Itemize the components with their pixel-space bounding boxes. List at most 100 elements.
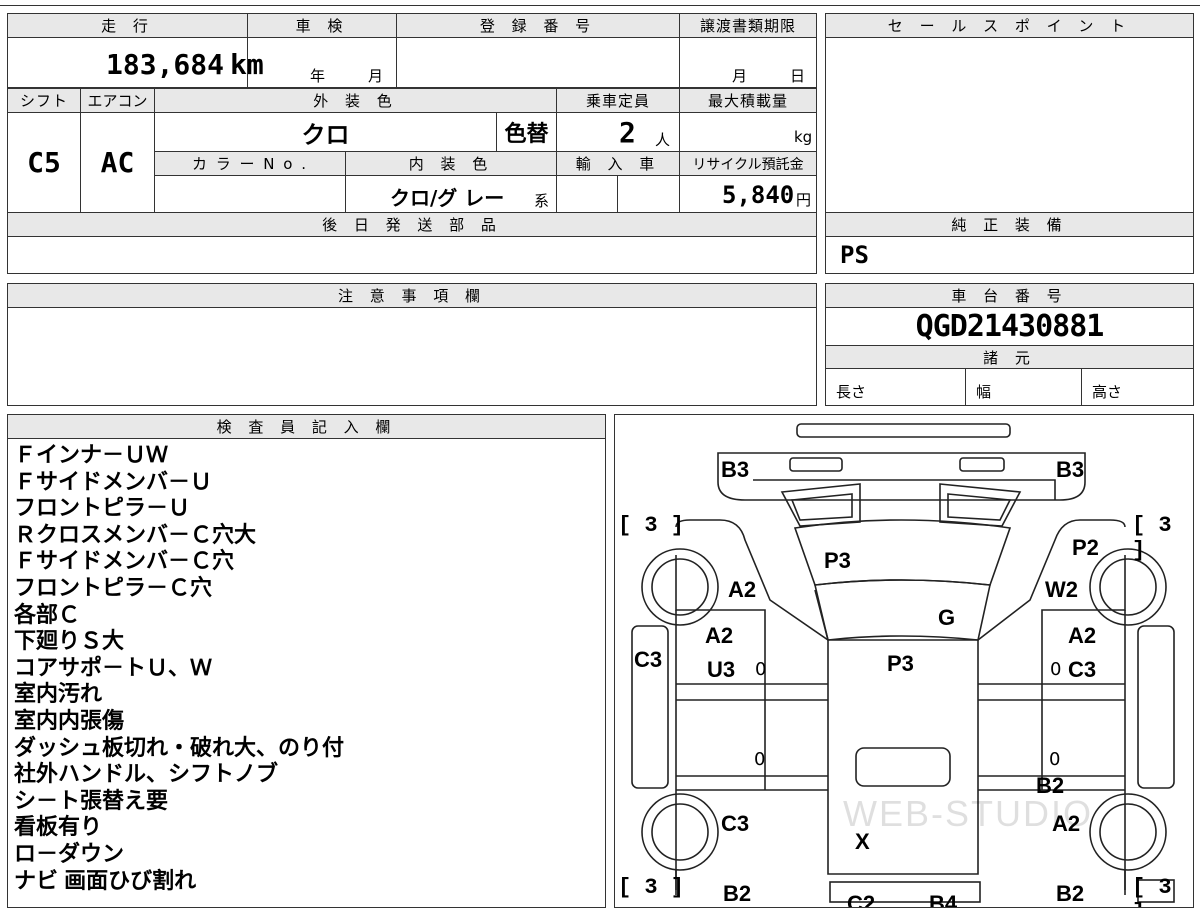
damage-code: U3 bbox=[707, 657, 736, 682]
exterior-color-value: クロ bbox=[301, 120, 350, 149]
car-diagram-panel: WEB-STUDIO [ 3 ] [ 3 ] [ 3 ] [ 3 ] B3 B3… bbox=[614, 414, 1194, 908]
bracket-mark-rl: [ 3 ] bbox=[618, 875, 685, 900]
top-strip bbox=[0, 0, 1200, 6]
zero-mark: 0 bbox=[755, 659, 767, 680]
shaken-year-label: 年 bbox=[310, 67, 326, 85]
inspector-line: ロ－ダウン bbox=[14, 840, 125, 866]
specs-width-label: 幅 bbox=[976, 383, 992, 401]
registration-header: 登 録 番 号 bbox=[396, 13, 680, 38]
damage-code: B2 bbox=[1056, 881, 1085, 906]
interior-color-value: クロ/グ レー bbox=[390, 186, 505, 210]
import-cell-1 bbox=[556, 175, 618, 213]
inspector-lines: Ｆインナ－ＵＷ Ｆサイドメンバ－Ｕ フロントピラ－Ｕ Ｒクロスメンバ－Ｃ穴大 Ｆ… bbox=[14, 442, 344, 894]
damage-code: A2 bbox=[1052, 811, 1081, 836]
capacity-cell: 2 人 bbox=[556, 112, 680, 152]
exterior-color-header: 外 装 色 bbox=[154, 88, 557, 113]
shift-value: C5 bbox=[27, 146, 61, 179]
inspector-line: 室内内張傷 bbox=[14, 707, 125, 733]
capacity-header: 乗車定員 bbox=[556, 88, 680, 113]
aircon-header: エアコン bbox=[80, 88, 155, 113]
inspector-line: 社外ハンドル、シフトノブ bbox=[14, 761, 279, 787]
later-parts-cell bbox=[7, 236, 817, 274]
inspector-cell: Ｆインナ－ＵＷ Ｆサイドメンバ－Ｕ フロントピラ－Ｕ Ｒクロスメンバ－Ｃ穴大 Ｆ… bbox=[7, 438, 606, 908]
max-load-header: 最大積載量 bbox=[679, 88, 817, 113]
damage-code: B3 bbox=[721, 457, 750, 482]
genuine-equipment-cell: PS bbox=[825, 236, 1194, 274]
damage-code: G bbox=[938, 605, 956, 630]
bracket-mark-fl: [ 3 ] bbox=[618, 513, 685, 538]
specs-length-cell: 長さ bbox=[825, 368, 966, 406]
max-load-cell: kg bbox=[679, 112, 817, 152]
inspector-line: Ｆインナ－ＵＷ bbox=[14, 442, 169, 467]
mileage-cell: 183,684 km bbox=[7, 37, 264, 88]
interior-color-cell: クロ/グ レー 系 bbox=[345, 175, 557, 213]
specs-width-cell: 幅 bbox=[965, 368, 1082, 406]
shift-cell: C5 bbox=[7, 112, 81, 213]
specs-header: 諸 元 bbox=[825, 345, 1194, 369]
transfer-day-label: 日 bbox=[790, 67, 806, 85]
inspector-line: 下廻りＳ大 bbox=[14, 628, 125, 654]
damage-code: C3 bbox=[1068, 657, 1097, 682]
inspector-line: ナビ 画面ひび割れ bbox=[14, 867, 197, 893]
shaken-cell: 年 月 bbox=[247, 37, 397, 88]
inspector-line: 看板有り bbox=[14, 814, 103, 840]
capacity-unit: 人 bbox=[655, 131, 671, 149]
mileage-header: 走 行 bbox=[7, 13, 248, 38]
chassis-value: QGD21430881 bbox=[915, 309, 1105, 344]
repaint-label: 色替 bbox=[504, 122, 549, 147]
bracket-mark-rr: [ 3 ] bbox=[1132, 875, 1172, 907]
later-parts-header: 後 日 発 送 部 品 bbox=[7, 212, 817, 237]
transfer-month-label: 月 bbox=[732, 67, 748, 85]
damage-code: B3 bbox=[1056, 457, 1085, 482]
repaint-cell: 色替 bbox=[496, 112, 557, 152]
damage-code: A2 bbox=[705, 623, 734, 648]
shaken-header: 車 検 bbox=[247, 13, 397, 38]
recycle-fee-value: 5,840 bbox=[722, 181, 795, 209]
damage-code: A2 bbox=[1068, 623, 1097, 648]
aircon-value: AC bbox=[100, 146, 135, 179]
damage-code: B2 bbox=[1036, 773, 1065, 798]
color-no-cell bbox=[154, 175, 346, 213]
damage-code: X bbox=[855, 829, 870, 854]
inspector-line: Ｆサイドメンバ－Ｕ bbox=[14, 468, 213, 494]
sale-points-cell bbox=[825, 37, 1194, 213]
sale-points-header: セ ー ル ス ポ イ ン ト bbox=[825, 13, 1194, 38]
color-no-header: カ ラ ー N o . bbox=[154, 151, 346, 176]
inspector-line: Ｆサイドメンバ－Ｃ穴 bbox=[14, 548, 235, 574]
specs-height-cell: 高さ bbox=[1081, 368, 1194, 406]
damage-code: P3 bbox=[887, 651, 914, 676]
aircon-cell: AC bbox=[80, 112, 155, 213]
mileage-value: 183,684 km bbox=[106, 48, 264, 81]
zero-mark: 0 bbox=[1049, 749, 1061, 770]
damage-code: P2 bbox=[1072, 535, 1099, 560]
notes-header: 注 意 事 項 欄 bbox=[7, 283, 817, 308]
inspector-line: ダッシュ板切れ・破れ大、のり付 bbox=[14, 734, 345, 760]
recycle-fee-header: リサイクル預託金 bbox=[679, 151, 817, 176]
zero-mark: 0 bbox=[754, 749, 766, 770]
chassis-cell: QGD21430881 bbox=[825, 307, 1194, 346]
damage-code: B2 bbox=[723, 881, 752, 906]
bracket-mark-fr: [ 3 ] bbox=[1132, 513, 1172, 563]
capacity-value: 2 bbox=[619, 116, 636, 149]
inspector-line: Ｒクロスメンバ－Ｃ穴大 bbox=[14, 521, 257, 547]
zero-mark: 0 bbox=[1050, 659, 1062, 680]
inspector-line: 各部Ｃ bbox=[14, 601, 81, 627]
registration-cell bbox=[396, 37, 680, 88]
exterior-color-cell: クロ bbox=[154, 112, 497, 152]
damage-code: C3 bbox=[634, 647, 663, 672]
notes-cell bbox=[7, 307, 817, 406]
inspector-line: コアサポ－トＵ、Ｗ bbox=[14, 654, 213, 680]
damage-code: W2 bbox=[1045, 577, 1078, 602]
transfer-deadline-header: 譲渡書類期限 bbox=[679, 13, 817, 38]
recycle-fee-cell: 5,840 円 bbox=[679, 175, 817, 213]
inspector-line: フロントピラ－Ｕ bbox=[14, 495, 191, 521]
transfer-deadline-cell: 月 日 bbox=[679, 37, 817, 88]
shaken-month-label: 月 bbox=[368, 67, 384, 85]
recycle-fee-unit: 円 bbox=[796, 191, 812, 209]
import-cell-2 bbox=[617, 175, 680, 213]
inspector-line: 室内汚れ bbox=[14, 681, 103, 707]
inspector-line: シ－ト張替え要 bbox=[14, 787, 169, 813]
genuine-equipment-header: 純 正 装 備 bbox=[825, 212, 1194, 237]
inspector-line: フロントピラ－Ｃ穴 bbox=[14, 574, 213, 600]
damage-code: P3 bbox=[824, 548, 851, 573]
